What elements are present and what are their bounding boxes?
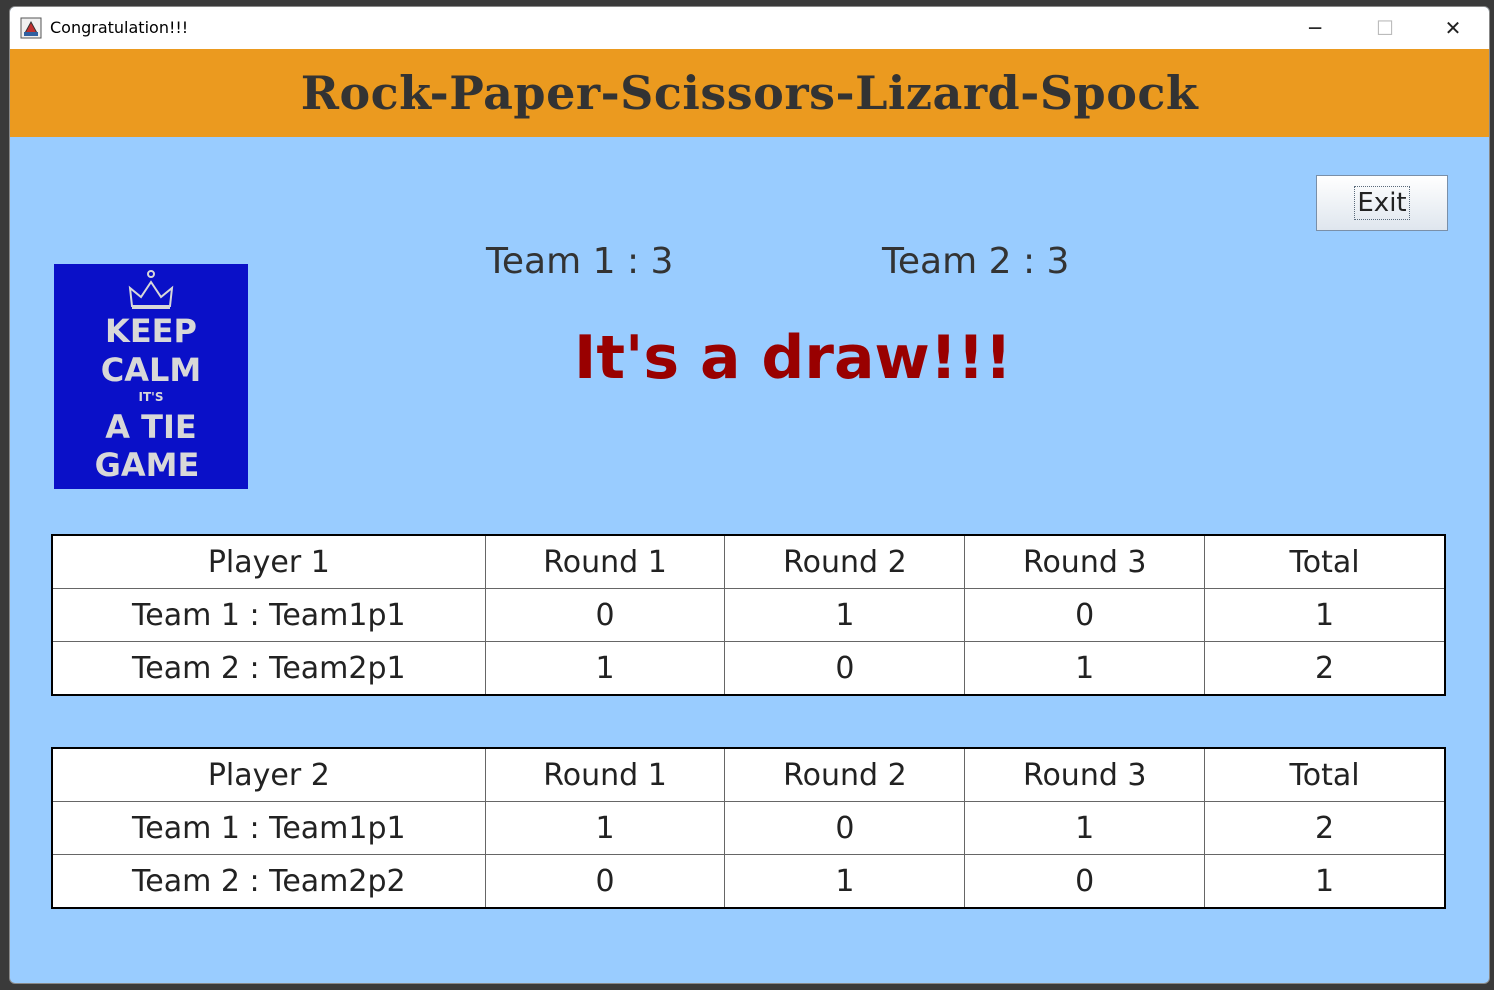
table-cell: 0	[484, 588, 726, 642]
table-cell: 0	[724, 641, 966, 696]
table-cell: 0	[724, 801, 966, 855]
table-cell: 2	[1204, 801, 1446, 855]
exit-button[interactable]: Exit	[1316, 175, 1448, 231]
minimize-button[interactable]: ─	[1280, 7, 1350, 49]
team-1-score: Team 1 : 3	[486, 241, 674, 282]
header-cell: Round 3	[964, 534, 1206, 589]
header-cell: Round 2	[724, 534, 966, 589]
table-header-row: Player 1 Round 1 Round 2 Round 3 Total	[51, 534, 1446, 589]
table-row: Team 1 : Team1p1 1 0 1 2	[51, 801, 1446, 855]
result-message: It's a draw!!!	[574, 323, 1012, 393]
header-cell: Total	[1204, 534, 1446, 589]
java-app-icon	[20, 17, 42, 39]
table-cell: 1	[724, 588, 966, 642]
table-cell: 2	[1204, 641, 1446, 696]
header-cell: Round 2	[724, 747, 966, 802]
player-1-score-table: Player 1 Round 1 Round 2 Round 3 Total T…	[51, 534, 1446, 696]
table-row: Team 2 : Team2p2 0 1 0 1	[51, 854, 1446, 909]
table-cell: Team 2 : Team2p2	[51, 854, 486, 909]
table-cell: 1	[1204, 588, 1446, 642]
exit-button-label: Exit	[1354, 186, 1410, 220]
header-cell: Round 1	[484, 747, 726, 802]
table-header-row: Player 2 Round 1 Round 2 Round 3 Total	[51, 747, 1446, 802]
image-line-a-tie: A TIE	[105, 408, 197, 446]
table-row: Team 2 : Team2p1 1 0 1 2	[51, 641, 1446, 696]
close-button[interactable]: ✕	[1418, 7, 1488, 49]
title-bar[interactable]: Congratulation!!! ─ ☐ ✕	[10, 7, 1489, 49]
header-cell: Round 3	[964, 747, 1206, 802]
table-cell: 0	[964, 854, 1206, 909]
title-banner: Rock-Paper-Scissors-Lizard-Spock	[10, 49, 1489, 137]
team-2-score: Team 2 : 3	[882, 241, 1070, 282]
table-cell: 1	[964, 641, 1206, 696]
table-cell: Team 1 : Team1p1	[51, 801, 486, 855]
table-cell: 1	[484, 801, 726, 855]
image-line-game: GAME	[95, 446, 200, 484]
table-cell: 1	[1204, 854, 1446, 909]
window-title: Congratulation!!!	[50, 18, 189, 37]
game-title: Rock-Paper-Scissors-Lizard-Spock	[300, 66, 1199, 120]
maximize-button[interactable]: ☐	[1350, 7, 1420, 49]
header-cell: Round 1	[484, 534, 726, 589]
table-cell: 1	[964, 801, 1206, 855]
header-cell: Player 1	[51, 534, 486, 589]
table-row: Team 1 : Team1p1 0 1 0 1	[51, 588, 1446, 642]
table-cell: 1	[724, 854, 966, 909]
table-cell: 0	[484, 854, 726, 909]
header-cell: Player 2	[51, 747, 486, 802]
header-cell: Total	[1204, 747, 1446, 802]
table-cell: Team 2 : Team2p1	[51, 641, 486, 696]
table-cell: Team 1 : Team1p1	[51, 588, 486, 642]
app-window: Congratulation!!! ─ ☐ ✕ Rock-Paper-Sciss…	[9, 6, 1490, 984]
table-cell: 0	[964, 588, 1206, 642]
table-cell: 1	[484, 641, 726, 696]
player-2-score-table: Player 2 Round 1 Round 2 Round 3 Total T…	[51, 747, 1446, 909]
